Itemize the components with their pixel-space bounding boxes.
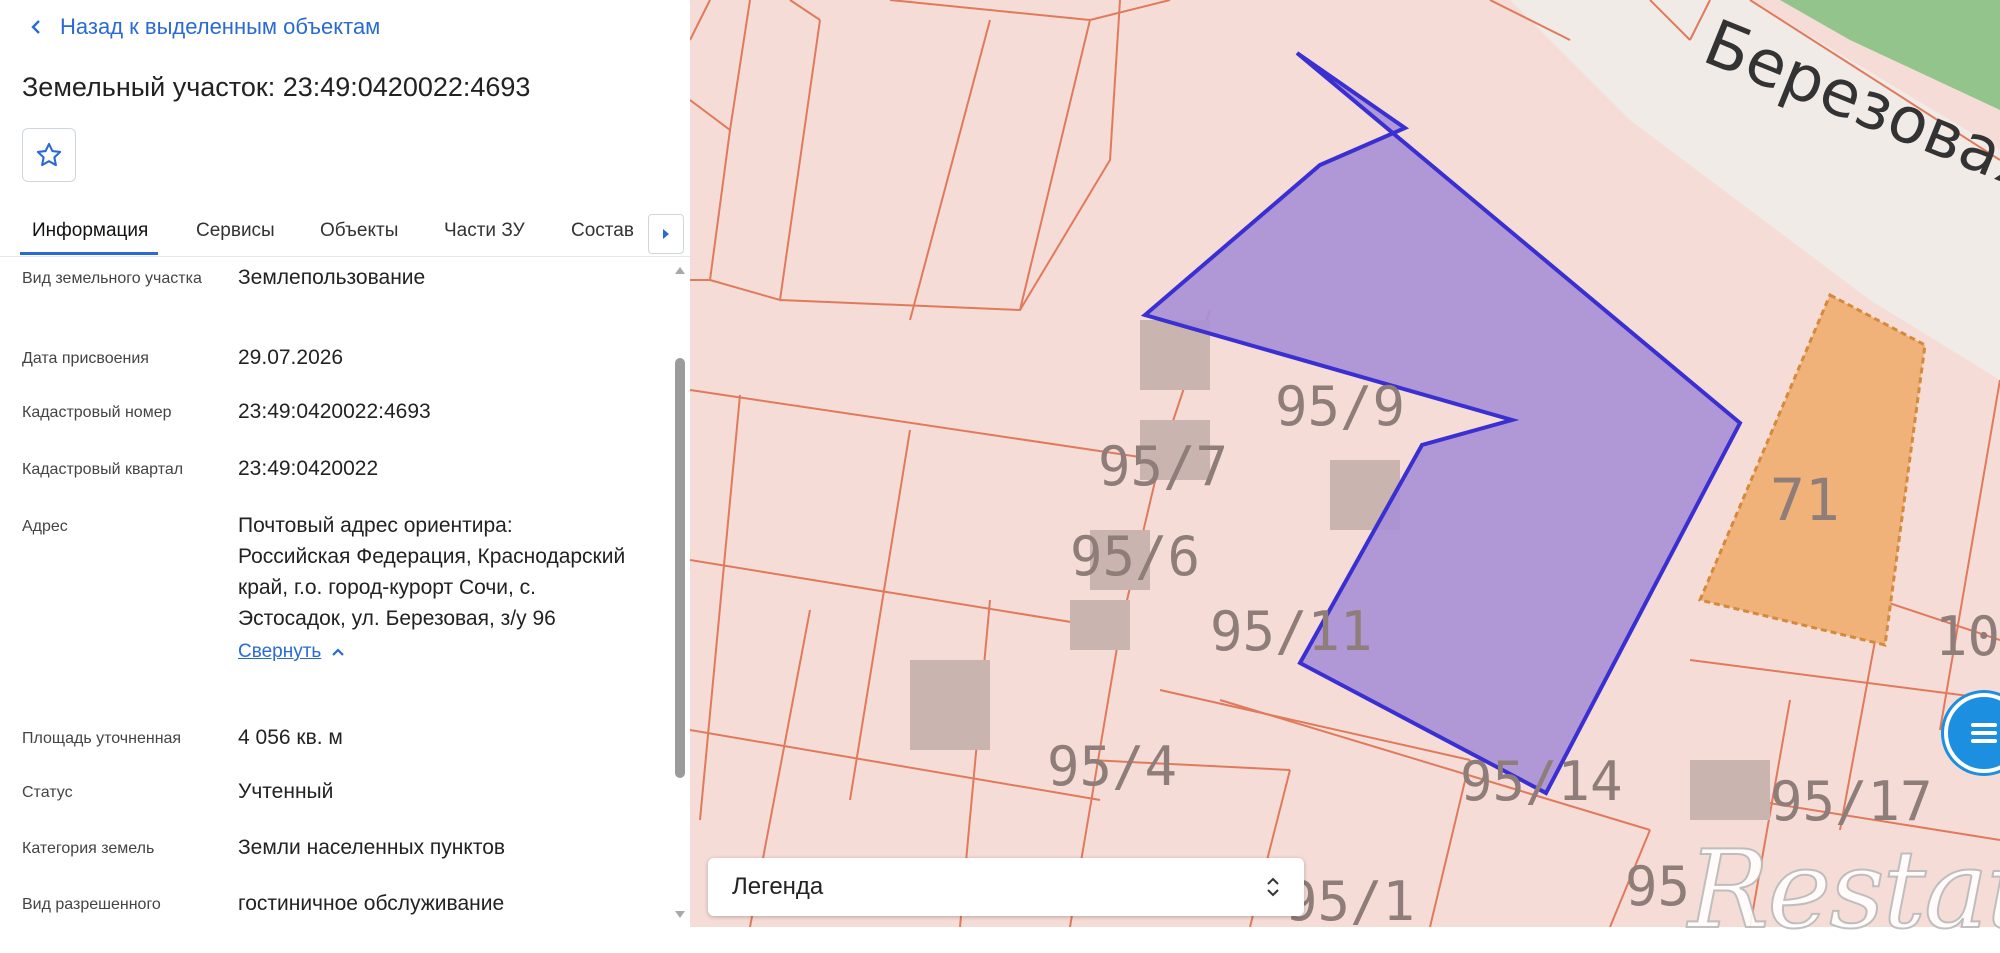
map-canvas[interactable]: Березовая у 95/9 95/7 95/6 95/11 95/4 95… <box>690 0 2000 927</box>
parcel-label: 95/6 <box>1070 525 1200 588</box>
tabs-scroll-right-button[interactable] <box>648 214 684 254</box>
parcel-label: 95 <box>1625 855 1690 918</box>
chevron-up-icon <box>332 647 345 656</box>
back-link[interactable]: Назад к выделенным объектам <box>28 14 380 40</box>
favorite-button[interactable] <box>22 128 76 182</box>
info-value: Землепользование <box>238 266 426 289</box>
info-value: Почтовый адрес ориентира: Российская Фед… <box>238 514 626 630</box>
legend-selector[interactable]: Легенда <box>708 858 1304 916</box>
parcel-label: 95/7 <box>1098 435 1228 498</box>
active-tab-indicator <box>20 252 158 255</box>
tab-objects[interactable]: Объекты <box>320 220 398 242</box>
tab-composition[interactable]: Состав <box>571 220 634 242</box>
parcel-label: 95/17 <box>1770 770 1933 833</box>
parcel-label: 10 <box>1935 605 2000 668</box>
legend-label: Легенда <box>732 873 824 900</box>
scroll-up-arrow-icon[interactable] <box>674 265 686 275</box>
collapse-label: Свернуть <box>238 641 322 662</box>
info-value: Земли населенных пунктов <box>238 836 506 859</box>
chevron-updown-icon <box>1267 877 1279 897</box>
info-value[interactable]: 23:49:0420022:4693 <box>238 396 628 427</box>
info-label: Дата присвоения <box>22 350 149 367</box>
star-icon <box>36 142 62 167</box>
info-label: Вид разрешенного <box>22 896 161 913</box>
info-value: гостиничное обслуживание <box>238 892 505 915</box>
parcel-label: 95/11 <box>1210 600 1373 663</box>
info-label: Кадастровый номер <box>22 404 172 421</box>
cadastral-map[interactable]: Березовая у 95/9 95/7 95/6 95/11 95/4 95… <box>690 0 2000 927</box>
tabs-divider <box>0 256 690 257</box>
info-label: Площадь уточненная <box>22 730 182 747</box>
parcel-label: 95/14 <box>1460 750 1623 813</box>
info-value: 29.07.2026 <box>238 346 344 369</box>
info-label: Вид земельного участка <box>22 270 202 287</box>
tab-services[interactable]: Сервисы <box>196 220 275 242</box>
selected-parcel[interactable] <box>1140 51 1743 796</box>
info-panel: Назад к выделенным объектам Земельный уч… <box>0 0 690 927</box>
collapse-link[interactable]: Свернуть <box>238 636 628 667</box>
chat-icon <box>1971 723 1997 743</box>
info-label: Статус <box>22 784 73 801</box>
watermark-logo: Restate <box>1687 827 2000 953</box>
parcel-label: 95/4 <box>1047 735 1177 798</box>
info-label: Категория земель <box>22 840 155 857</box>
info-value[interactable]: 23:49:0420022 <box>238 453 628 484</box>
tab-information[interactable]: Информация <box>32 220 148 242</box>
parcel-label: 71 <box>1770 466 1840 534</box>
tab-parts[interactable]: Части ЗУ <box>444 220 525 242</box>
scroll-down-arrow-icon[interactable] <box>674 910 686 920</box>
info-label: Адрес <box>22 518 68 535</box>
parcel-label: 95/1 <box>1285 870 1415 927</box>
page-title: Земельный участок: 23:49:0420022:4693 <box>22 72 531 102</box>
info-label: Кадастровый квартал <box>22 461 184 478</box>
info-value: 4 056 кв. м <box>238 726 343 749</box>
parcel-label: 95/9 <box>1275 375 1405 438</box>
back-link-label: Назад к выделенным объектам <box>60 14 381 39</box>
info-value: Учтенный <box>238 780 334 803</box>
caret-right-icon <box>663 229 669 239</box>
scrollbar-thumb[interactable] <box>675 358 685 778</box>
chevron-left-icon <box>31 20 40 34</box>
address-block: Почтовый адрес ориентира: Российская Фед… <box>238 510 628 667</box>
tab-bar: Информация Сервисы Объекты Части ЗУ Сост… <box>0 214 690 260</box>
